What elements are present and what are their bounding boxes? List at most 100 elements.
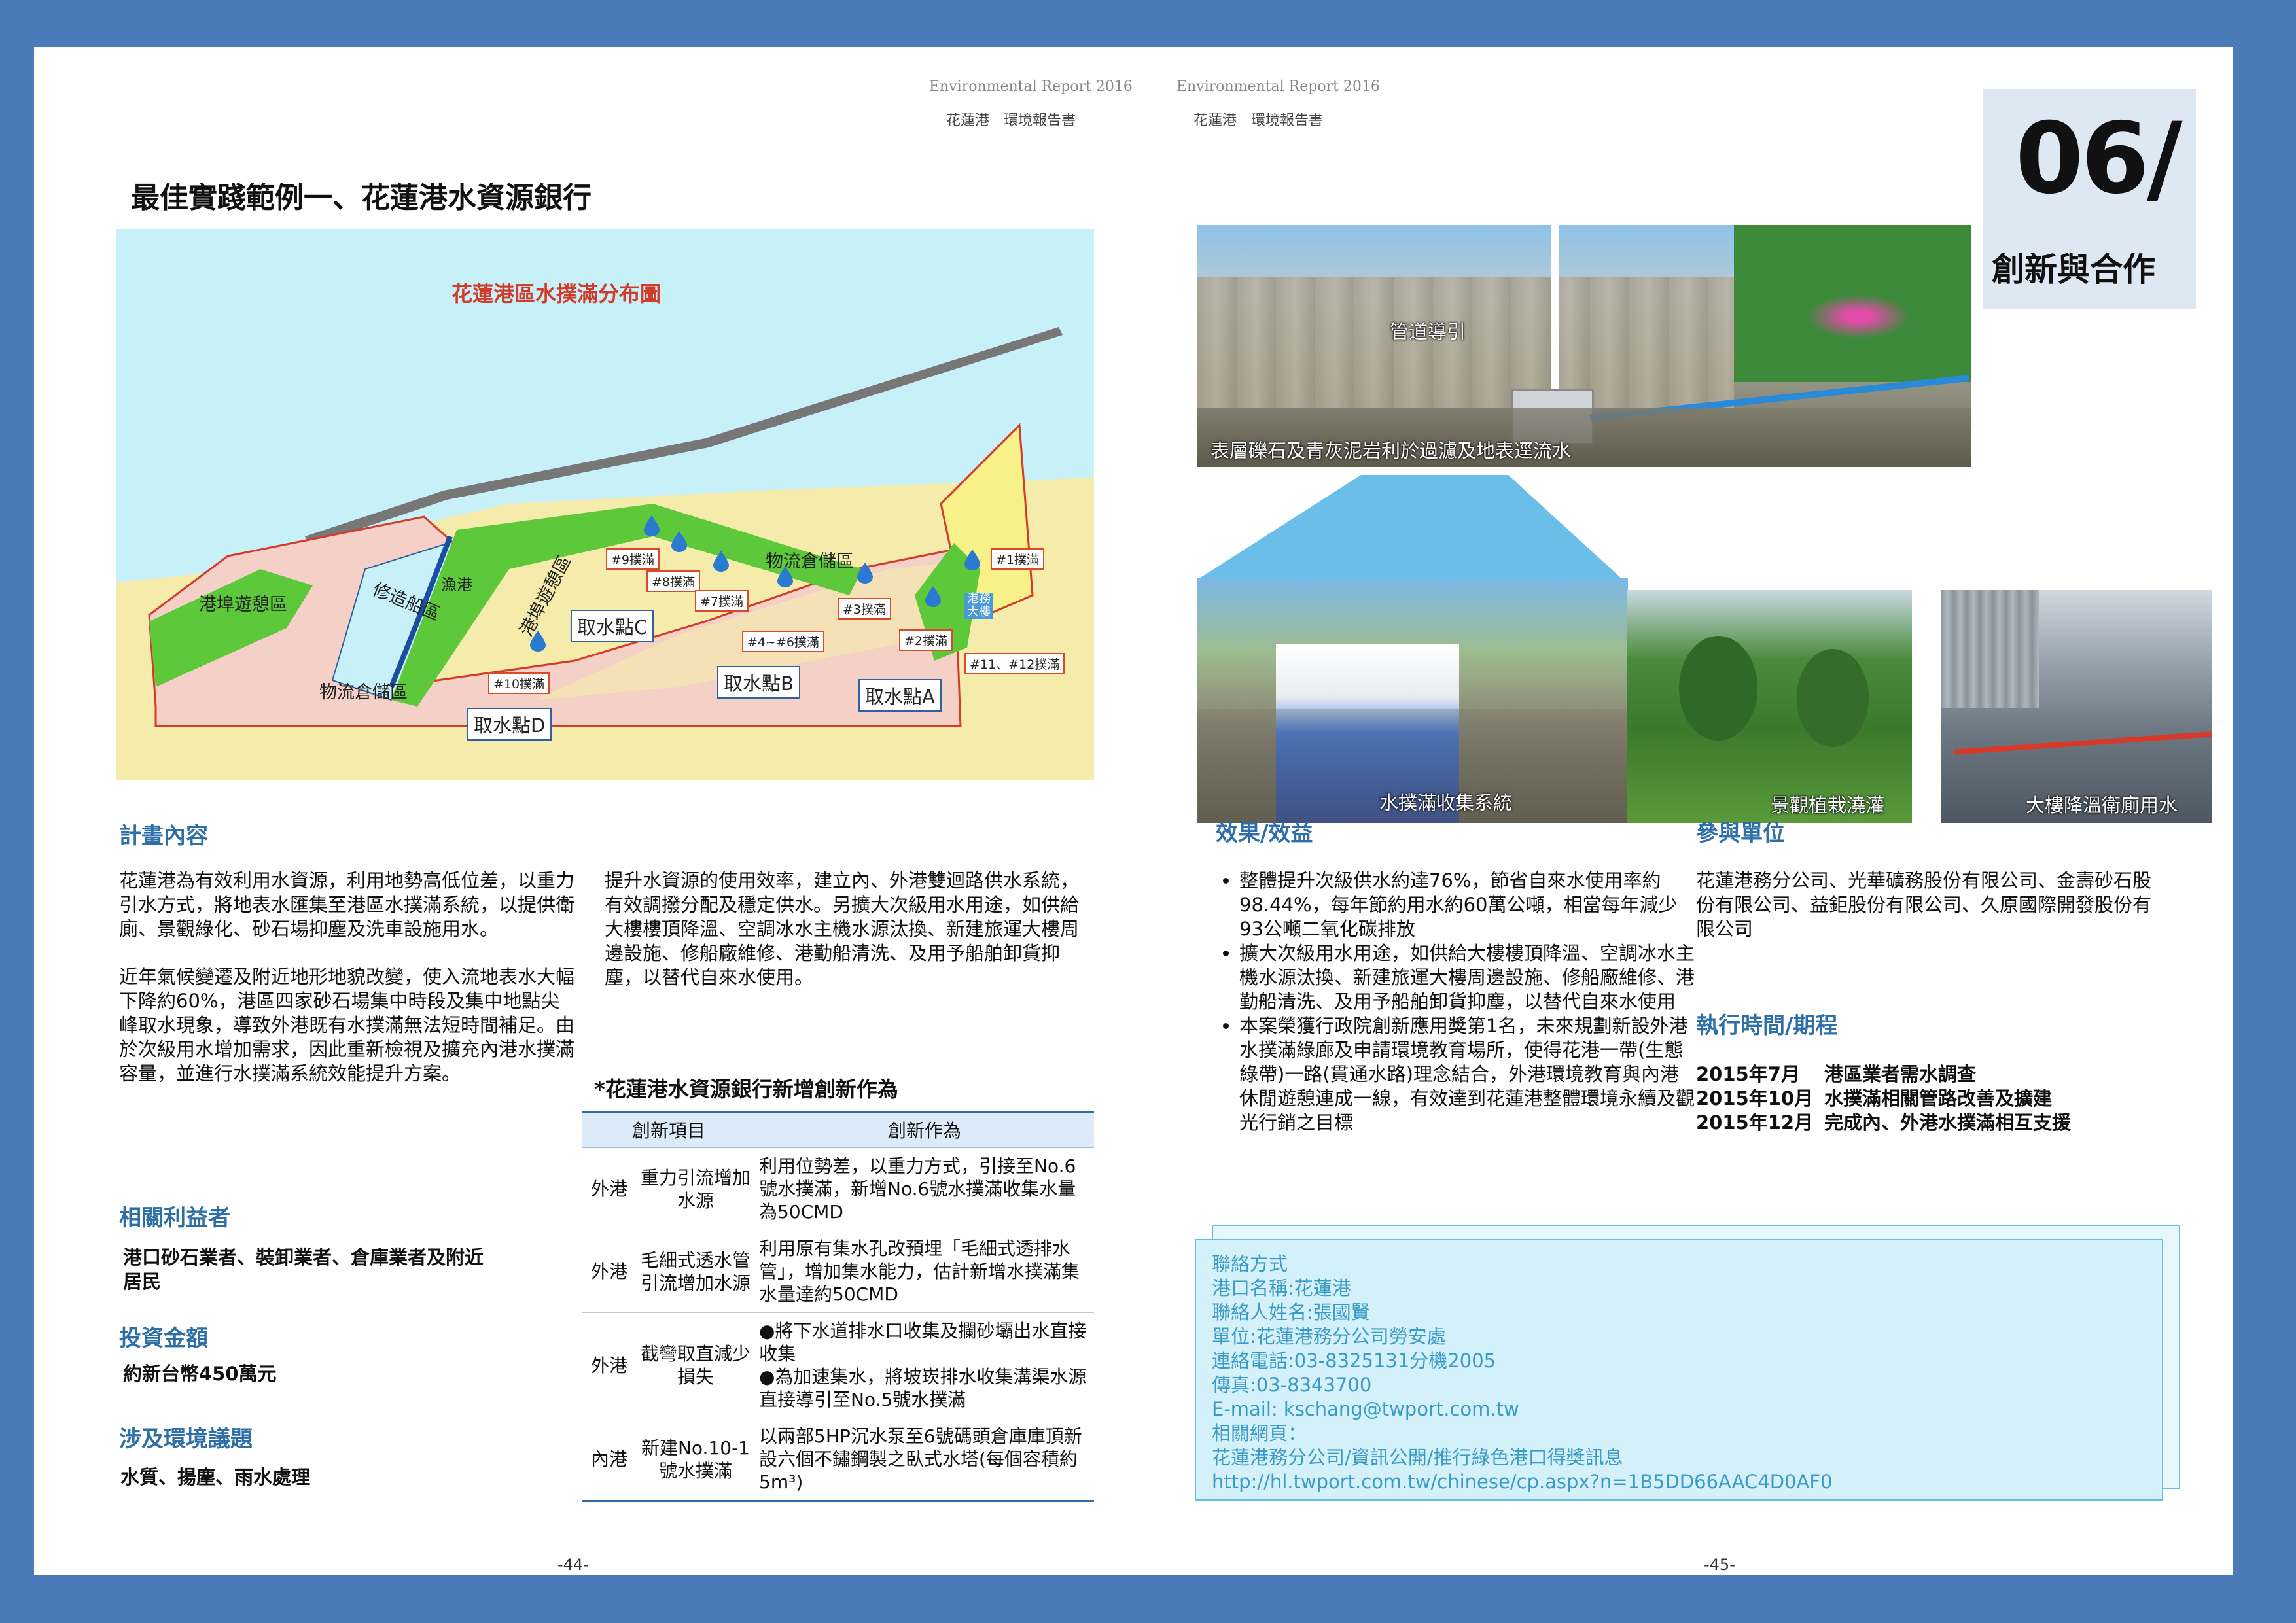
schedule-desc: 完成內、外港水撲滿相互支援 <box>1824 1111 2072 1134</box>
contact-line: 單位:花蓮港務分公司勞安處 <box>1212 1325 1446 1348</box>
table-row: 內港 新建No.10-1號水撲滿 以兩部5HP沉水泵至6號碼頭倉庫庫頂新設六個不… <box>582 1418 1094 1502</box>
table-header: 創新項目 <box>582 1111 755 1148</box>
table-cell: 內港 <box>582 1418 636 1502</box>
tank-tag: #1撲滿 <box>991 548 1045 570</box>
table-cell: 新建No.10-1號水撲滿 <box>636 1418 755 1502</box>
schedule-item: 2015年7月 港區業者需水調查 <box>1696 1062 2154 1087</box>
page-number-left: -44- <box>557 1556 589 1574</box>
port-building-label: 港務大樓 <box>964 593 993 619</box>
tank-tag: #4~#6撲滿 <box>742 631 824 652</box>
schedule-date: 2015年7月 <box>1696 1063 1800 1085</box>
tank-tag: #10撲滿 <box>488 672 550 694</box>
plan-text-col1: 花蓮港為有效利用水資源，利用地勢高低位差，以重力引水方式，將地表水匯集至港區水撲… <box>119 869 577 1109</box>
water-drop-icon <box>964 550 980 570</box>
stakeholders-heading: 相關利益者 <box>119 1205 230 1231</box>
intake-point: 取水點B <box>717 666 800 699</box>
plan-text-col2: 提升水資源的使用效率，建立內、外港雙迴路供水系統，有效調撥分配及穩定供水。另擴大… <box>605 869 1094 1013</box>
contact-text: 聯絡方式 港口名稱:花蓮港 聯絡人姓名:張國賢 單位:花蓮港務分公司勞安處 連絡… <box>1196 1240 2162 1506</box>
photo-caption: 表層礫石及青灰泥岩利於過濾及地表逕流水 <box>1210 440 1572 462</box>
effect-item: 擴大次級用水用途，如供給大樓樓頂降溫、空調冰水主機水源汰換、新建旅運大樓周邊設施… <box>1239 941 1697 1014</box>
chapter-box: 06/ 創新與合作 <box>1983 89 2196 309</box>
schedule-heading: 執行時間/期程 <box>1696 1013 1838 1039</box>
schedule-list: 2015年7月 港區業者需水調查 2015年10月 水撲滿相關管路改善及擴建 201… <box>1696 1062 2154 1135</box>
report-spread: Environmental Report 2016 花蓮港 環境報告書 Envi… <box>34 47 2233 1575</box>
tank-tag: #8撲滿 <box>646 570 701 592</box>
table-cell: 外港 <box>582 1312 636 1418</box>
contact-box: 聯絡方式 港口名稱:花蓮港 聯絡人姓名:張國賢 單位:花蓮港務分公司勞安處 連絡… <box>1195 1239 2163 1501</box>
participants-text: 花蓮港務分公司、光華礦務股份有限公司、金壽砂石股份有限公司、益鉅股份有限公司、久… <box>1696 869 2152 940</box>
plan-heading: 計畫內容 <box>119 823 208 849</box>
participants-heading: 參與單位 <box>1696 820 1785 846</box>
schedule-item: 2015年12月 完成內、外港水撲滿相互支援 <box>1696 1111 2154 1135</box>
water-drop-icon <box>777 567 793 587</box>
table-cell: ●將下水道排水口收集及攔砂壩出水直接收集 ●為加速集水，將坡崁排水收集溝渠水源直… <box>755 1312 1094 1418</box>
table-cell: 外港 <box>582 1147 636 1230</box>
schedule-date: 2015年10月 <box>1696 1087 1814 1109</box>
investment-heading: 投資金額 <box>119 1325 208 1352</box>
tank-tag: #3撲滿 <box>838 598 892 620</box>
zone-label: 物流倉儲區 <box>319 682 408 703</box>
contact-line: 連絡電話:03-8325131分機2005 <box>1212 1350 1496 1372</box>
water-drop-icon <box>925 586 941 607</box>
map-drawing <box>116 229 1094 780</box>
map-title: 花蓮港區水撲滿分布圖 <box>451 281 662 306</box>
schedule-date: 2015年12月 <box>1696 1111 1814 1134</box>
schedule-desc: 水撲滿相關管路改善及擴建 <box>1824 1087 2053 1109</box>
table-cell: 毛細式透水管引流增加水源 <box>636 1230 755 1313</box>
table-row: 外港 毛細式透水管引流增加水源 利用原有集水孔改預埋「毛細式透排水管」，增加集水… <box>582 1230 1094 1313</box>
photo-caption: 大樓降溫衛廁用水 <box>2026 794 2178 816</box>
zone-label: 港埠遊憩區 <box>199 595 287 615</box>
contact-url-link[interactable]: http://hl.twport.com.tw/chinese/cp.aspx?… <box>1212 1470 2146 1494</box>
header-left-en: Environmental Report 2016 <box>929 79 1133 95</box>
zoom-connector <box>1197 475 1623 580</box>
photo-landscape-irrigation: 景觀植栽澆灌 <box>1627 590 1912 823</box>
header-right-zh: 花蓮港 環境報告書 <box>1193 113 1324 129</box>
header-left-zh: 花蓮港 環境報告書 <box>946 113 1076 129</box>
water-drop-icon <box>644 515 660 536</box>
photo-collection-system: 水撲滿收集系統 <box>1197 578 1628 823</box>
contact-line: 聯絡方式 <box>1212 1253 1288 1275</box>
table-header: 創新作為 <box>755 1111 1094 1148</box>
table-bullet: ●為加速集水，將坡崁排水收集溝渠水源直接導引至No.5號水撲滿 <box>759 1366 1087 1410</box>
table-cell: 利用位勢差，以重力方式，引接至No.6號水撲滿，新增No.6號水撲滿收集水量為5… <box>755 1147 1094 1230</box>
table-row: 外港 重力引流增加水源 利用位勢差，以重力方式，引接至No.6號水撲滿，新增No… <box>582 1147 1094 1230</box>
contact-line: 港口名稱:花蓮港 <box>1212 1277 1351 1299</box>
table-header-row: 創新項目 創新作為 <box>582 1111 1094 1148</box>
header-right-en: Environmental Report 2016 <box>1176 79 1380 95</box>
table-bullet: ●將下水道排水口收集及攔砂壩出水直接收集 <box>759 1320 1087 1365</box>
effects-list: 整體提升次級供水約達76%，節省自來水使用率約98.44%，每年節約用水約60萬… <box>1213 869 1697 1135</box>
schedule-item: 2015年10月 水撲滿相關管路改善及擴建 <box>1696 1087 2154 1111</box>
contact-email[interactable]: E-mail: kschang@twport.com.tw <box>1212 1397 2146 1422</box>
table-cell: 外港 <box>582 1230 636 1313</box>
innovation-table: 創新項目 創新作為 外港 重力引流增加水源 利用位勢差，以重力方式，引接至No.… <box>582 1111 1094 1502</box>
effects-heading: 效果/效益 <box>1216 820 1313 846</box>
page-number-right: -45- <box>1704 1556 1735 1574</box>
tank-tag: #2撲滿 <box>899 629 953 651</box>
intake-point: 取水點A <box>858 679 942 712</box>
table-cell: 截彎取直減少損失 <box>636 1312 755 1418</box>
photo-caption: 水撲滿收集系統 <box>1379 792 1513 814</box>
photo-caption: 景觀植栽澆灌 <box>1771 794 1885 816</box>
issues-heading: 涉及環境議題 <box>119 1426 253 1452</box>
table-cell: 重力引流增加水源 <box>636 1147 755 1230</box>
stakeholders-text: 港口砂石業者、裝卸業者、倉庫業者及附近居民 <box>123 1246 484 1293</box>
intake-point: 取水點D <box>467 708 552 741</box>
schedule-desc: 港區業者需水調查 <box>1824 1063 1977 1085</box>
table-caption: *花蓮港水資源銀行新增創新作為 <box>594 1077 898 1102</box>
contact-line: 花蓮港務分公司/資訊公開/推行綠色港口得獎訊息 <box>1212 1446 1623 1469</box>
table-cell: 利用原有集水孔改預埋「毛細式透排水管」，增加集水能力，估計新增水撲滿集水量達約5… <box>755 1230 1094 1313</box>
water-tank-map: 花蓮港區水撲滿分布圖 港埠遊憩區 修造船區 漁港 港埠遊憩區 物流倉儲區 物流倉… <box>116 229 1094 780</box>
contact-line: 傳真:03-8343700 <box>1212 1374 1372 1396</box>
contact-line: 相關網頁： <box>1212 1422 1307 1444</box>
plan-paragraph: 花蓮港為有效利用水資源，利用地勢高低位差，以重力引水方式，將地表水匯集至港區水撲… <box>119 869 575 940</box>
water-drop-icon <box>671 531 687 552</box>
water-drop-icon <box>857 563 873 584</box>
chapter-number: 06/ <box>2015 102 2183 216</box>
photo-pipe-guidance: 管道導引 表層礫石及青灰泥岩利於過濾及地表逕流水 <box>1197 225 1971 467</box>
intake-point: 取水點C <box>571 610 654 642</box>
zone-label: 漁港 <box>441 576 472 594</box>
plan-paragraph: 近年氣候變遷及附近地形地貌改變，使入流地表水大幅下降約60%，港區四家砂石場集中… <box>119 966 575 1085</box>
water-drop-icon <box>713 551 729 572</box>
investment-text: 約新台幣450萬元 <box>123 1363 277 1385</box>
contact-line: 聯絡人姓名:張國賢 <box>1212 1301 1370 1323</box>
